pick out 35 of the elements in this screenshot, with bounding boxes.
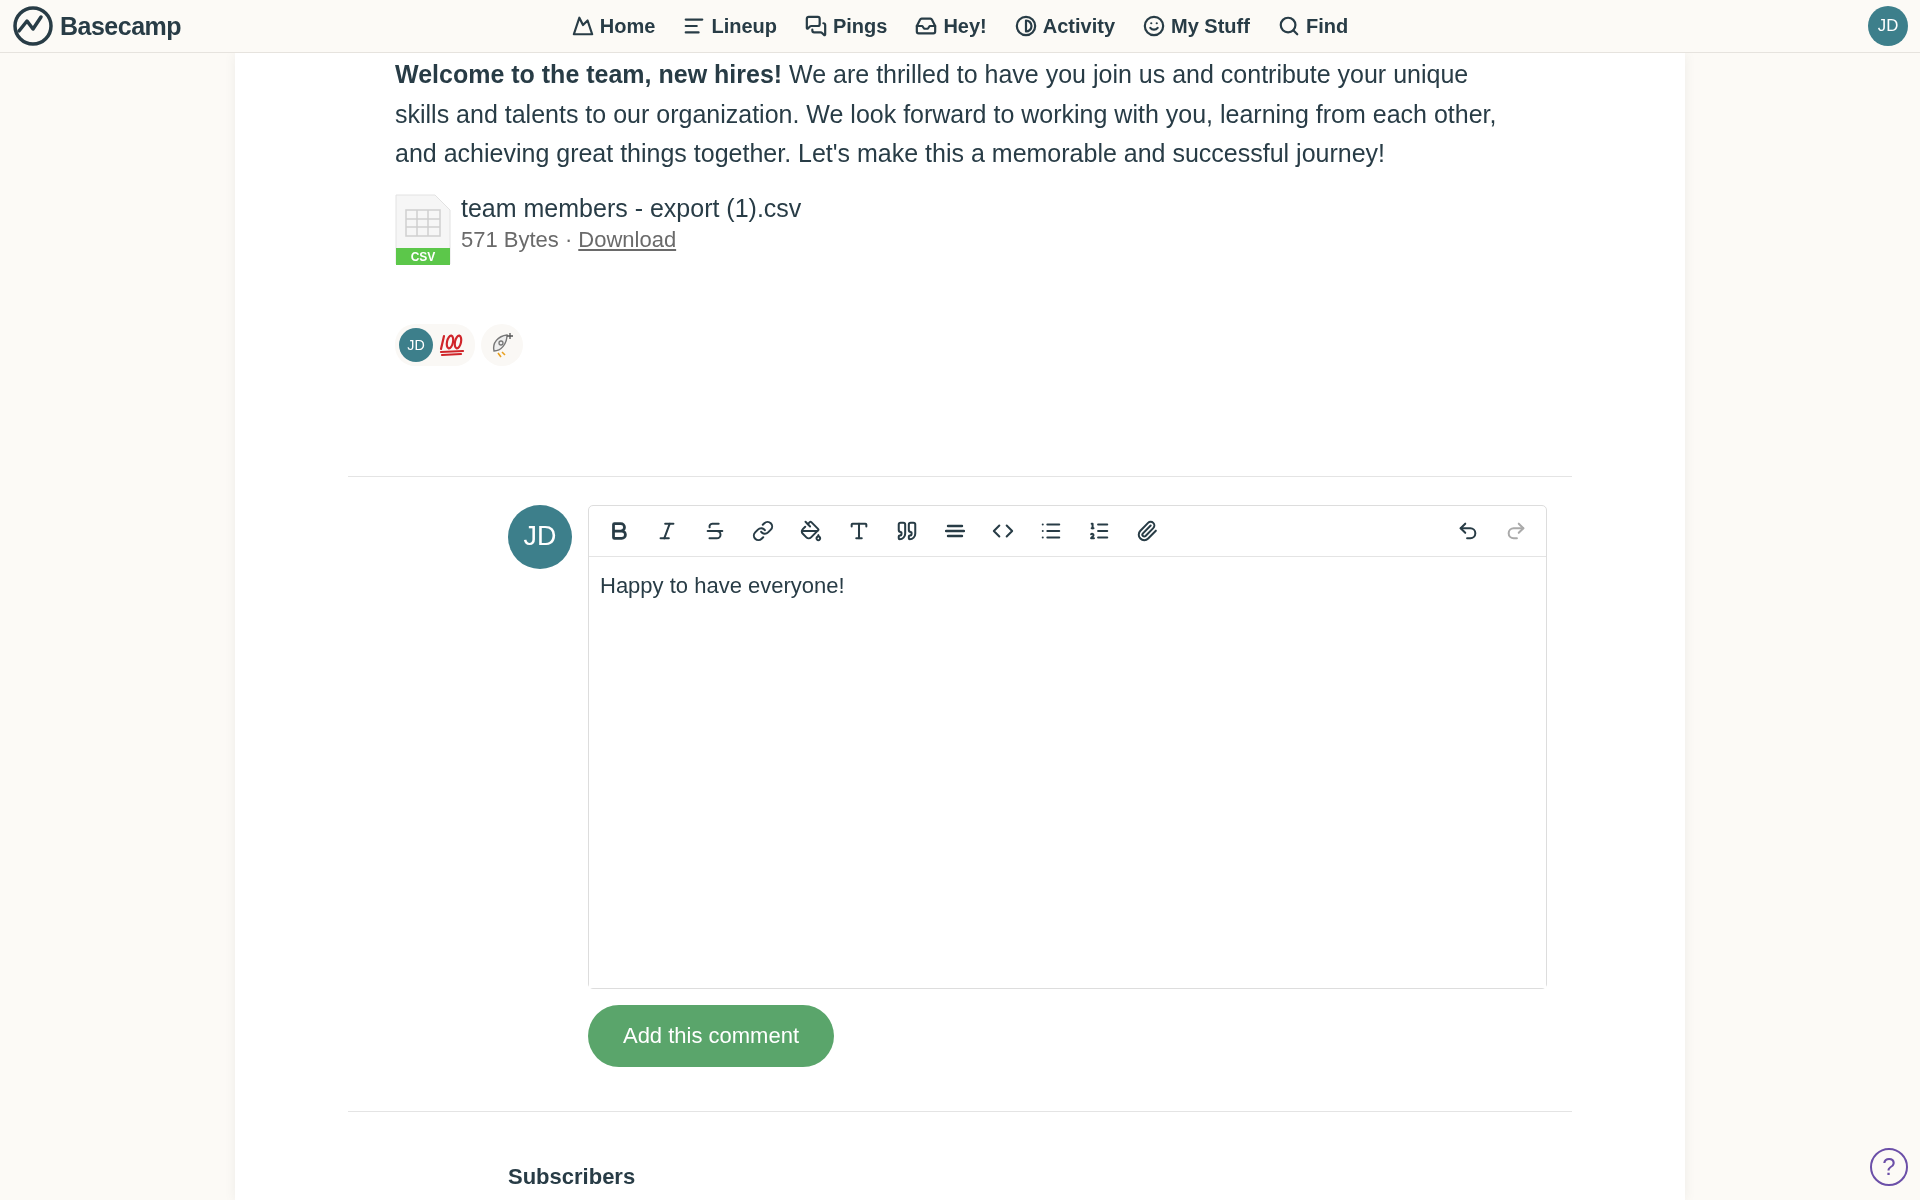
paint-bucket-icon xyxy=(800,519,822,542)
paperclip-icon xyxy=(1136,519,1158,542)
nav-link[interactable]: Home xyxy=(571,14,656,38)
message-body: Welcome to the team, new hires! We are thrilled to have you join us and contribute your unique skills and talents to our organization. We look forward to working with you, learning from each other, and achieving great things together. Let's make this a memorable and successful journey! xyxy=(395,59,1498,169)
search-icon xyxy=(1277,15,1300,37)
basecamp-logo[interactable]: Basecamp xyxy=(12,5,182,47)
reactor-avatar: JD xyxy=(399,327,433,362)
file-name: team members - export (1).csv xyxy=(461,193,802,223)
nav-link[interactable]: Find xyxy=(1277,14,1349,38)
download-link[interactable]: Download xyxy=(578,226,677,253)
inbox-icon xyxy=(915,15,938,37)
hundred-points-icon xyxy=(439,332,465,357)
brand-name: Basecamp xyxy=(60,11,182,41)
help-button[interactable]: ? xyxy=(1870,1148,1908,1186)
csv-file-icon: CSV xyxy=(395,193,451,266)
horizontal-rule-icon xyxy=(945,523,965,538)
commenter-avatar: JD xyxy=(508,504,572,569)
link-icon xyxy=(752,519,774,542)
logo-icon xyxy=(12,5,54,47)
nav-link[interactable]: Pings xyxy=(804,14,888,38)
half-circle-icon xyxy=(1014,15,1037,37)
mountain-icon xyxy=(571,15,594,37)
chat-bubbles-icon xyxy=(804,15,827,37)
nav-link[interactable]: Lineup xyxy=(683,14,777,38)
add-reaction-button[interactable] xyxy=(481,323,523,366)
nav-link[interactable]: My Stuff xyxy=(1143,14,1250,38)
nav-link[interactable]: Hey! xyxy=(915,14,987,38)
reaction[interactable]: JD xyxy=(395,323,475,366)
file-size: 571 Bytes · xyxy=(461,226,573,253)
lines-icon xyxy=(683,15,706,37)
subscribers-heading: Subscribers xyxy=(508,1163,637,1190)
quote-icon xyxy=(896,519,918,542)
nav-link[interactable]: Activity xyxy=(1014,14,1116,38)
user-avatar[interactable]: JD xyxy=(1868,6,1908,46)
smiley-icon xyxy=(1143,15,1166,37)
